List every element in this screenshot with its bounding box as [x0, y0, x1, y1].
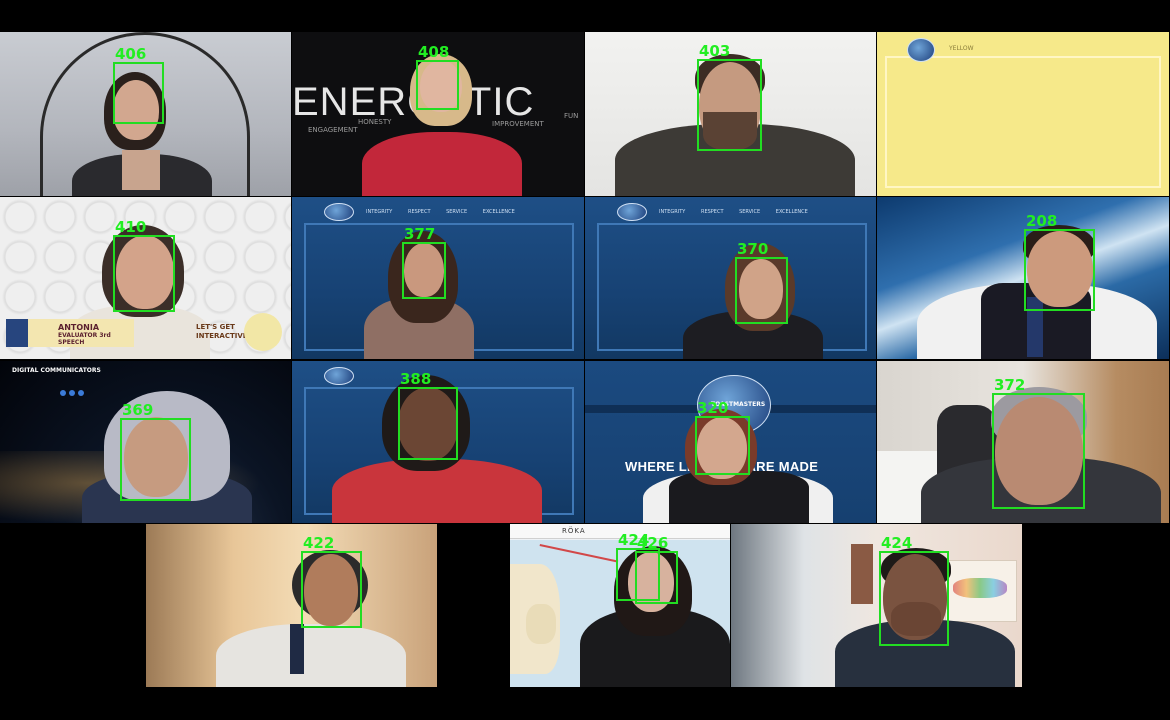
- face-detection-box: 408: [416, 43, 459, 110]
- video-tile-1[interactable]: 406: [0, 32, 291, 196]
- video-tile-12[interactable]: 372: [877, 361, 1169, 523]
- value-item: RESPECT: [407, 209, 431, 215]
- face-id-label: 408: [418, 43, 450, 61]
- face-id-label: 426: [637, 534, 669, 552]
- video-tile-15[interactable]: 424: [731, 524, 1022, 687]
- video-tile-4[interactable]: YELLOW: [877, 32, 1169, 196]
- face-id-label: 370: [737, 240, 769, 258]
- face-id-label: 372: [994, 376, 1026, 394]
- face-detection-box: 424: [879, 534, 949, 646]
- face-detection-box: 403: [697, 42, 762, 151]
- toastmasters-logo: [617, 203, 647, 221]
- video-tile-9[interactable]: DIGITAL COMMUNICATORS 369: [0, 361, 291, 523]
- face-detection-box: 388: [398, 370, 458, 460]
- video-tile-11[interactable]: TOASTMASTERS WHERE LEADERS ARE MADE 320: [585, 361, 876, 523]
- face-id-label: 377: [404, 225, 436, 243]
- face-id-label: 388: [400, 370, 432, 388]
- face-detection-box: 208: [1024, 212, 1095, 311]
- toastmasters-logo: [907, 38, 935, 62]
- background-word: ENGAGEMENT: [308, 126, 358, 134]
- video-tile-6[interactable]: INTEGRITY RESPECT SERVICE EXCELLENCE 377: [292, 197, 584, 359]
- video-tile-13[interactable]: 422: [146, 524, 437, 687]
- face-id-label: 208: [1026, 212, 1058, 230]
- value-item: SERVICE: [739, 209, 761, 215]
- value-item: SERVICE: [446, 209, 468, 215]
- values-bar: INTEGRITY RESPECT SERVICE EXCELLENCE: [659, 209, 808, 215]
- face-detection-box: 410: [113, 218, 175, 312]
- value-item: EXCELLENCE: [775, 209, 808, 215]
- face-detection-box: 406: [113, 45, 164, 124]
- video-tile-2[interactable]: ENERGETIC ENGAGEMENT HONESTY IMPROVEMENT…: [292, 32, 584, 196]
- nameplate: ANTONIA EVALUATOR 3rd SPEECH: [6, 319, 134, 347]
- face-id-label: 406: [115, 45, 147, 63]
- value-item: INTEGRITY: [366, 209, 393, 215]
- face-detection-box: 426: [635, 534, 678, 604]
- value-item: INTEGRITY: [659, 209, 686, 215]
- background-word: FUN: [564, 112, 579, 120]
- background-caption: YELLOW: [949, 45, 974, 52]
- values-bar: INTEGRITY RESPECT SERVICE EXCELLENCE: [366, 209, 515, 215]
- face-detection-box: 320: [695, 399, 750, 475]
- face-detection-box: 377: [402, 225, 446, 299]
- video-tile-8[interactable]: 208: [877, 197, 1169, 359]
- face-detection-box: 372: [992, 376, 1085, 509]
- background-word: HONESTY: [358, 118, 392, 126]
- face-detection-box: 369: [120, 401, 191, 501]
- value-item: EXCELLENCE: [482, 209, 515, 215]
- toastmasters-logo: [324, 367, 354, 385]
- nameplate-role: EVALUATOR 3rd SPEECH: [58, 332, 111, 346]
- face-id-label: 403: [699, 42, 731, 60]
- club-name: DIGITAL COMMUNICATORS: [12, 367, 101, 374]
- background-word: IMPROVEMENT: [492, 120, 544, 128]
- video-tile-10[interactable]: 388: [292, 361, 584, 523]
- video-tile-5[interactable]: ANTONIA EVALUATOR 3rd SPEECH LET'S GET I…: [0, 197, 291, 359]
- face-id-label: 410: [115, 218, 147, 236]
- video-tile-14[interactable]: RÖKA 424 426: [510, 524, 730, 687]
- video-tile-3[interactable]: 403: [585, 32, 876, 196]
- face-id-label: 369: [122, 401, 154, 419]
- value-item: RESPECT: [700, 209, 724, 215]
- face-id-label: 424: [881, 534, 913, 552]
- face-id-label: 320: [697, 399, 729, 417]
- brand-logo: RÖKA: [562, 527, 586, 535]
- video-tile-7[interactable]: INTEGRITY RESPECT SERVICE EXCELLENCE 370: [585, 197, 876, 359]
- toastmasters-logo: [324, 203, 354, 221]
- face-id-label: 422: [303, 534, 335, 552]
- interactive-badge: LET'S GET INTERACTIVE!: [196, 323, 251, 340]
- face-detection-box: 370: [735, 240, 788, 324]
- nameplate-name: ANTONIA: [58, 323, 100, 332]
- face-detection-box: 422: [301, 534, 362, 628]
